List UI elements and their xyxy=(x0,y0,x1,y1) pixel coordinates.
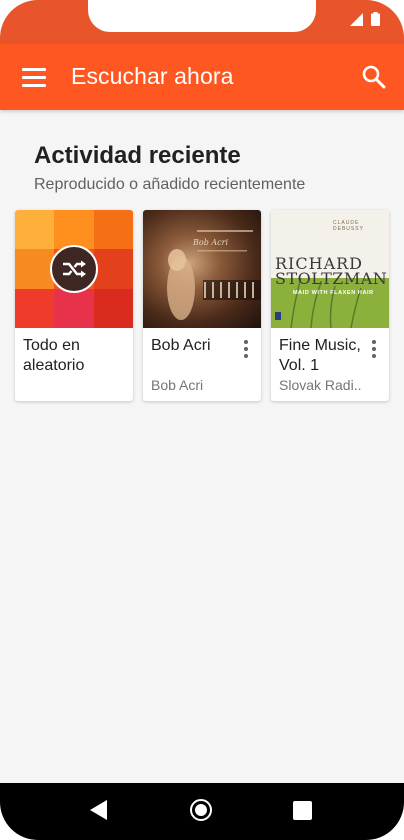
card-subtitle: Bob Acri xyxy=(151,377,204,393)
album-art-debussy: CLAUDE DEBUSSY RICHARD STOLTZMAN MAID WI… xyxy=(271,210,389,328)
shuffle-icon xyxy=(50,245,98,293)
card-title: Todo en aleatorio xyxy=(23,337,85,374)
status-bar xyxy=(0,0,404,44)
section-title: Actividad reciente xyxy=(34,142,241,169)
app-title: Escuchar ahora xyxy=(71,63,234,89)
shuffle-art xyxy=(15,210,133,328)
system-nav-bar xyxy=(0,783,404,840)
home-icon[interactable] xyxy=(190,799,212,821)
album-art-text: Bob Acri xyxy=(193,238,228,247)
section-subtitle: Reproducido o añadido recientemente xyxy=(34,176,306,193)
back-icon[interactable] xyxy=(90,800,107,820)
signal-icon xyxy=(350,12,363,26)
recents-icon[interactable] xyxy=(293,801,312,820)
album-name: MAID WITH FLAXEN HAIR xyxy=(293,290,374,296)
card-title: Bob Acri xyxy=(151,337,211,354)
album-composer: CLAUDE DEBUSSY xyxy=(333,220,364,232)
card-album-fine-music[interactable]: CLAUDE DEBUSSY RICHARD STOLTZMAN MAID WI… xyxy=(271,210,389,401)
phone-screen: Escuchar ahora Actividad reciente Reprod… xyxy=(0,0,404,840)
album-artist-line2: STOLTZMAN xyxy=(275,269,388,288)
battery-icon xyxy=(371,12,380,26)
status-icons xyxy=(350,12,380,26)
card-title: Fine Music, Vol. 1 xyxy=(279,337,361,374)
more-vertical-icon[interactable] xyxy=(367,338,381,360)
card-subtitle: Slovak Radi.. xyxy=(279,377,362,393)
menu-icon[interactable] xyxy=(22,68,46,88)
app-bar: Escuchar ahora xyxy=(0,44,404,110)
card-album-bob-acri[interactable]: Bob Acri Bob Acri Bob Acri xyxy=(143,210,261,401)
album-art-bob-acri: Bob Acri xyxy=(143,210,261,328)
card-shuffle-all[interactable]: Todo en aleatorio xyxy=(15,210,133,401)
search-icon[interactable] xyxy=(360,63,388,91)
camera-notch xyxy=(88,0,316,32)
more-vertical-icon[interactable] xyxy=(239,338,253,360)
